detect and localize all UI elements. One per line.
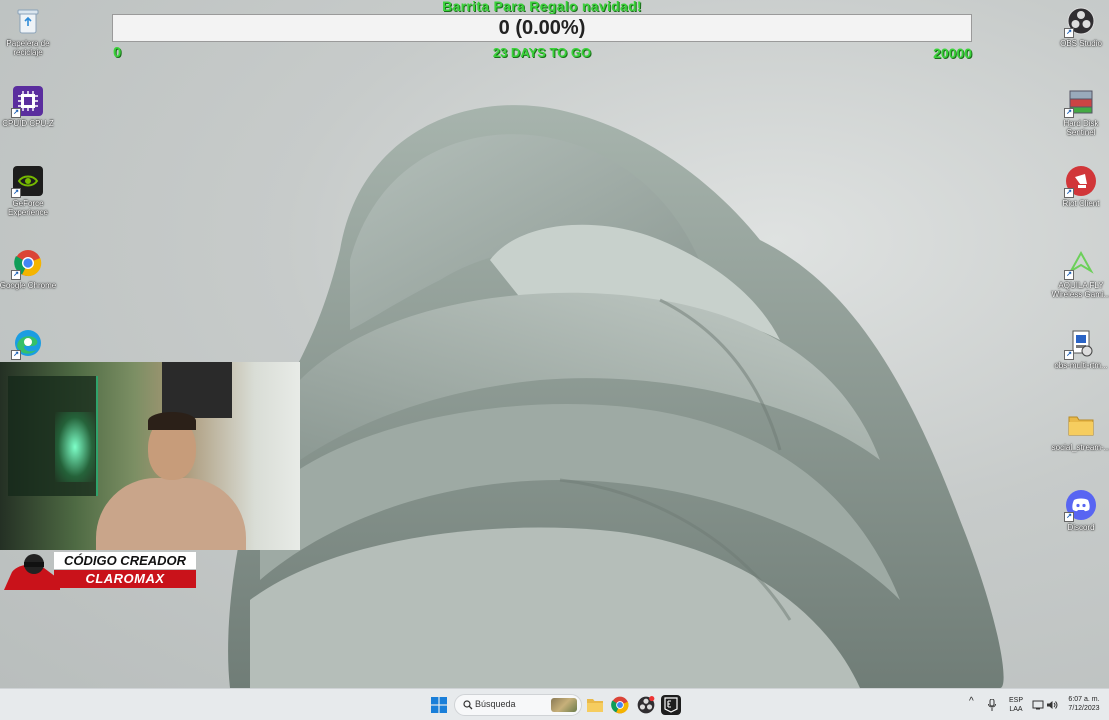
- webcam-person-hair: [148, 412, 196, 430]
- desktop-icon-discord[interactable]: ↗ Discord: [1050, 490, 1109, 532]
- folder-icon: [587, 699, 603, 712]
- clock-time: 6:07 a. m.: [1068, 696, 1100, 703]
- speaker-icon: [1047, 701, 1058, 709]
- desktop-icon-label: Hard Disk Sentinel: [1063, 119, 1099, 137]
- taskbar-obs[interactable]: [636, 695, 656, 715]
- desktop-icon-label: social_stream-...: [1051, 443, 1109, 452]
- webcam-person-torso: [96, 478, 246, 550]
- chrome-icon: ↗: [11, 248, 43, 280]
- webcam-overlay: [0, 362, 300, 550]
- creator-avatar-icon: [4, 554, 60, 590]
- obs-icon: [637, 696, 655, 714]
- desktop-icon-label: CPUID CPU-Z: [2, 119, 54, 128]
- desktop-icon-edge[interactable]: ↗: [0, 328, 59, 361]
- desktop-icon-hard-disk-sentinel[interactable]: ↗ Hard Disk Sentinel: [1050, 86, 1109, 137]
- goal-value-text: 0 (0.00%): [498, 17, 586, 39]
- aquila-icon: ↗: [1064, 248, 1096, 280]
- desktop-icon-label: GeForce Experience: [7, 199, 49, 217]
- goal-days-left: 23 DAYS TO GO: [492, 45, 592, 60]
- taskbar-file-explorer[interactable]: [585, 695, 605, 715]
- obs-icon: ↗: [1064, 6, 1096, 38]
- search-placeholder: Búsqueda: [475, 699, 516, 709]
- discord-icon: ↗: [1064, 490, 1096, 522]
- taskbar-epic-games[interactable]: [661, 695, 681, 715]
- desktop-icon-chrome[interactable]: ↗ Google Chrome: [0, 248, 59, 290]
- desktop-icon-label: Riot Client: [1062, 199, 1100, 208]
- tray-volume[interactable]: [1045, 695, 1059, 715]
- tray-language[interactable]: ESP LAA: [1004, 696, 1028, 714]
- desktop-icon-obs-multi-rtmp[interactable]: ↗ obs-multi-rtm...: [1050, 328, 1109, 370]
- riot-icon: ↗: [1064, 166, 1096, 198]
- cpu-z-icon: ↗: [11, 86, 43, 118]
- taskbar-search-box[interactable]: Búsqueda: [454, 694, 582, 716]
- installer-icon: ↗: [1064, 328, 1096, 360]
- hard-disk-icon: ↗: [1064, 86, 1096, 118]
- desktop-icon-recycle-bin[interactable]: Papelera de reciclaje: [0, 6, 59, 57]
- search-icon: [463, 700, 473, 710]
- tray-microphone[interactable]: [984, 695, 1000, 715]
- microphone-icon: [988, 699, 996, 711]
- clock-date: 7/12/2023: [1068, 705, 1100, 712]
- taskbar-chrome[interactable]: [610, 695, 630, 715]
- taskbar: Búsqueda ^ ESP LAA 6:07 a. m. 7/12/2023: [0, 688, 1109, 720]
- network-icon: [1032, 700, 1044, 710]
- edge-icon: ↗: [11, 328, 43, 360]
- desktop-icon-label: AQUILA FLY Wireless Gami...: [1051, 281, 1109, 299]
- desktop-icon-geforce[interactable]: ↗ GeForce Experience: [0, 166, 59, 217]
- search-highlight-image: [551, 698, 577, 712]
- desktop-icon-cpu-z[interactable]: ↗ CPUID CPU-Z: [0, 86, 59, 128]
- desktop-icon-label: Google Chrome: [0, 281, 57, 290]
- creator-code-banner: CÓDIGO CREADOR CLAROMAX: [4, 550, 196, 590]
- keyboard-layout: LAA: [1009, 706, 1023, 713]
- recycle-bin-icon: [13, 6, 43, 36]
- start-button[interactable]: [429, 695, 449, 715]
- nvidia-icon: ↗: [11, 166, 43, 198]
- goal-max-label: 20000: [933, 45, 972, 61]
- desktop-icon-social-stream[interactable]: social_stream-...: [1050, 410, 1109, 452]
- desktop-icon-label: obs-multi-rtm...: [1054, 361, 1108, 370]
- folder-icon: [1066, 410, 1096, 440]
- webcam-person: [88, 402, 258, 550]
- tray-network[interactable]: [1031, 695, 1045, 715]
- desktop-icon-riot[interactable]: ↗ Riot Client: [1050, 166, 1109, 208]
- language-code: ESP: [1008, 697, 1023, 704]
- desktop-icon-label: Papelera de reciclaje: [6, 39, 50, 57]
- goal-progress-bar: 0 (0.00%): [112, 14, 972, 42]
- tray-clock[interactable]: 6:07 a. m. 7/12/2023: [1062, 695, 1106, 713]
- epic-games-icon: [664, 697, 678, 713]
- windows-logo-icon: [431, 697, 447, 713]
- tray-overflow-chevron[interactable]: ^: [969, 697, 974, 707]
- desktop-icon-label: Discord: [1067, 523, 1095, 532]
- creator-code-label: CÓDIGO CREADOR: [54, 552, 196, 569]
- desktop-icon-aquila[interactable]: ↗ AQUILA FLY Wireless Gami...: [1050, 248, 1109, 299]
- chrome-icon: [611, 696, 629, 714]
- creator-code-value: CLAROMAX: [54, 570, 196, 588]
- goal-title: Barrita Para Regalo navidad!: [442, 0, 642, 14]
- desktop-icon-obs[interactable]: ↗ OBS Studio: [1050, 6, 1109, 48]
- desktop-icon-label: OBS Studio: [1060, 39, 1102, 48]
